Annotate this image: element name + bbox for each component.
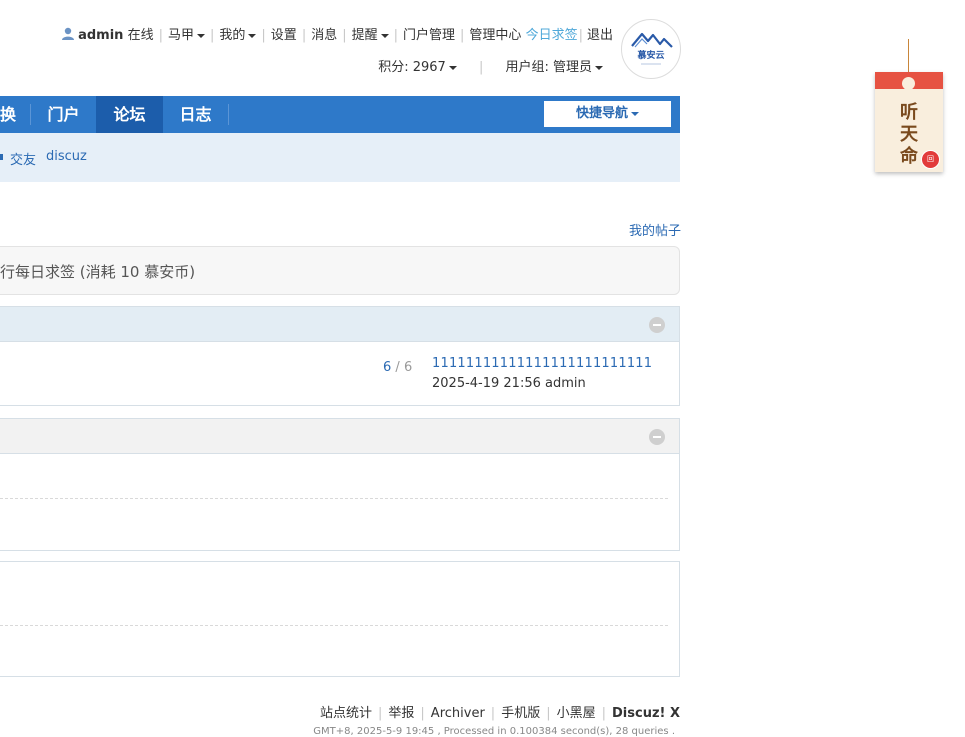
chevron-down-icon (448, 65, 457, 70)
chevron-down-icon (595, 65, 603, 70)
thread-post-count: 6 / 6 (383, 360, 413, 375)
site-logo[interactable]: 慕安云 (621, 19, 681, 79)
nav-item-forum[interactable]: 论坛 (96, 96, 163, 133)
collapse-icon[interactable] (649, 429, 665, 445)
panel-header (0, 419, 679, 454)
my-posts-link[interactable]: 我的帖子 (629, 220, 681, 239)
online-status: 在线 (127, 28, 154, 43)
footer-brand-link[interactable]: Discuz! X (612, 706, 680, 721)
mountain-logo-icon: 慕安云 (631, 32, 673, 65)
footer-link-report[interactable]: 举报 (388, 706, 414, 721)
nav-item-portal[interactable]: 门户 (31, 96, 96, 133)
menu-majia[interactable]: 马甲 (168, 28, 205, 43)
footer-link-archiver[interactable]: Archiver (431, 706, 485, 721)
daily-signin-link[interactable]: 今日求签 (526, 28, 578, 43)
subnav-link-friends[interactable]: 交友 (10, 149, 36, 168)
footer-link-mobile[interactable]: 手机版 (501, 706, 540, 721)
footer-info: GMT+8, 2025-5-9 19:45 , Processed in 0.1… (313, 726, 675, 737)
last-post-meta: 2025-4-19 21:56 admin (432, 376, 586, 391)
settings-link[interactable]: 设置 (271, 28, 297, 43)
chevron-down-icon (380, 33, 389, 38)
user-toolbar: admin 在线 | 马甲 | 我的 | 设置 | 消息 | 提醒 | 门户管理 | 管理中心 今日求签| 退… (62, 24, 613, 44)
divider (0, 498, 668, 499)
collapse-icon[interactable] (649, 317, 665, 333)
user-icon (62, 27, 75, 44)
charm-badge[interactable]: 回 (921, 150, 940, 169)
sub-nav: 交友 discuz (0, 133, 680, 182)
menu-mine[interactable]: 我的 (219, 28, 257, 43)
footer-links: 站点统计 | 举报 | Archiver | 手机版 | 小黑屋 | Discuz! X (319, 706, 680, 721)
points-menu[interactable]: 积分: 2967 (378, 60, 457, 75)
quick-nav-button[interactable]: 快捷导航 (544, 101, 671, 127)
user-stats-bar: 积分: 2967 | 用户组: 管理员 (378, 56, 603, 75)
nav-item-partial[interactable]: 换 (0, 96, 16, 133)
menu-reminders[interactable]: 提醒 (352, 28, 389, 43)
signin-notice-box[interactable]: 行每日求签 (消耗 10 慕安币) (0, 246, 680, 295)
charm-hole (902, 77, 915, 90)
forum-category-panel-2 (0, 418, 680, 551)
footer-link-blackroom[interactable]: 小黑屋 (557, 706, 596, 721)
chevron-down-icon (248, 33, 257, 38)
portal-admin-link[interactable]: 门户管理 (403, 28, 455, 43)
last-post-title[interactable]: 11111111111111111111111111 (432, 356, 652, 371)
charm-text: 听天命 (900, 102, 918, 167)
info-panel (0, 561, 680, 677)
usergroup-menu[interactable]: 用户组: 管理员 (505, 60, 603, 75)
nav-item-blog[interactable]: 日志 (163, 96, 228, 133)
charm-string (908, 39, 909, 75)
logo-text: 慕安云 (636, 49, 664, 61)
chevron-down-icon (631, 111, 639, 116)
footer-link-stats[interactable]: 站点统计 (320, 706, 372, 721)
signin-notice-text: 行每日求签 (消耗 10 慕安币) (0, 263, 196, 281)
fortune-charm[interactable]: 听天命 回 (875, 72, 943, 172)
subnav-link-discuz[interactable]: discuz (46, 149, 87, 164)
subnav-marker (0, 154, 3, 160)
logout-link[interactable]: 退出 (587, 28, 613, 43)
chevron-down-icon (197, 33, 205, 38)
username-link[interactable]: admin (78, 28, 123, 43)
messages-link[interactable]: 消息 (311, 28, 337, 43)
admin-center-link[interactable]: 管理中心 (469, 28, 521, 43)
divider (0, 625, 668, 626)
panel-header (0, 307, 679, 342)
